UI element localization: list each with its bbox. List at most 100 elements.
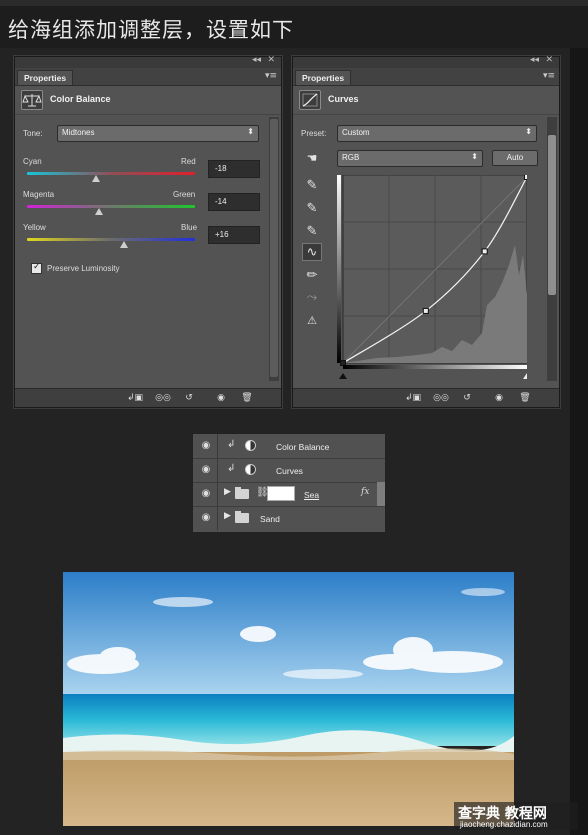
auto-button[interactable]: Auto [492, 150, 538, 166]
cyan-red-value-field[interactable]: -18 [208, 160, 260, 178]
slider-blue-label: Blue [181, 223, 198, 232]
smooth-curve-icon[interactable]: ⤳ [302, 289, 322, 307]
curve-point-3[interactable] [524, 175, 528, 180]
panel-title-row: Curves [293, 86, 559, 115]
curve-point-2[interactable] [481, 248, 488, 255]
eyedropper-white-icon[interactable]: ✎ [302, 223, 322, 241]
preserve-luminosity-checkbox[interactable]: ✓ [31, 262, 42, 274]
eyedropper-gray-icon[interactable]: ✎ [302, 200, 322, 218]
top-strip [0, 0, 588, 6]
expand-triangle-icon[interactable]: ▶ [224, 511, 231, 521]
slider-green-label: Green [173, 190, 196, 199]
preset-select[interactable]: Custom ⬍ [337, 125, 537, 142]
visibility-eye-icon[interactable]: ◉ [491, 392, 507, 404]
panel-title: Color Balance [50, 94, 111, 104]
view-previous-icon[interactable]: ◎◎ [155, 392, 171, 404]
clip-to-layer-icon[interactable]: ↲▣ [405, 392, 421, 404]
panel-topbar: ◂◂ ✕ [15, 55, 281, 68]
tone-label: Tone: [23, 129, 43, 138]
pencil-draw-icon[interactable]: ✏ [302, 267, 322, 285]
scrollbar-thumb[interactable] [548, 135, 556, 295]
cyan-red-slider[interactable] [27, 172, 195, 175]
visibility-eye-icon[interactable]: ◉ [199, 440, 213, 451]
panel-scrollbar[interactable] [269, 117, 279, 381]
curves-icon [299, 90, 321, 110]
close-icon[interactable]: ✕ [267, 55, 275, 65]
layer-row-color-balance[interactable]: ◉ ↲ Color Balance [193, 434, 385, 459]
preserve-luminosity-label: Preserve Luminosity [47, 264, 120, 273]
cyan-red-thumb[interactable] [91, 175, 100, 182]
close-icon[interactable]: ✕ [545, 55, 553, 65]
layer-row-curves[interactable]: ◉ ↲ Curves [193, 458, 385, 483]
trash-icon[interactable]: 🗑 [239, 392, 255, 404]
layer-name: Color Balance [276, 442, 330, 452]
fx-icon[interactable]: fx [361, 487, 369, 497]
panel-topbar: ◂◂ ✕ [293, 55, 559, 68]
scrollbar-thumb[interactable] [270, 119, 278, 377]
collapse-icon[interactable]: ◂◂ [252, 55, 261, 65]
layer-row-sand[interactable]: ◉ ▶ Sand [193, 506, 385, 530]
clip-arrow-icon: ↲ [227, 463, 236, 474]
divider [217, 482, 218, 506]
panel-bottombar: ↲▣ ◎◎ ↺ ◉ 🗑 [293, 388, 559, 407]
curve-point-tool-icon[interactable]: ∿ [302, 243, 322, 261]
yellow-blue-slider[interactable] [27, 238, 195, 241]
watermark-url: jiaocheng.chazidian.com [460, 820, 548, 829]
panel-scrollbar[interactable] [547, 117, 557, 381]
visibility-eye-icon[interactable]: ◉ [199, 464, 213, 475]
yellow-blue-thumb[interactable] [120, 241, 129, 248]
beach-photo [63, 572, 514, 826]
panel-title-row: Color Balance [15, 86, 281, 115]
checkmark-icon: ✓ [33, 262, 41, 272]
magenta-green-thumb[interactable] [95, 208, 104, 215]
adjustment-layer-icon [245, 440, 256, 451]
eyedropper-black-icon[interactable]: ✎ [302, 177, 322, 195]
layer-name: Sand [260, 514, 280, 524]
layer-mask-thumbnail[interactable] [267, 486, 295, 501]
magenta-green-slider[interactable] [27, 205, 195, 208]
panel-menu-icon[interactable]: ▾≡ [543, 71, 555, 81]
collapse-icon[interactable]: ◂◂ [530, 55, 539, 65]
panel-tabrow: Properties ▾≡ [293, 68, 559, 86]
yellow-blue-value-field[interactable]: +16 [208, 226, 260, 244]
expand-triangle-icon[interactable]: ▶ [224, 487, 231, 497]
targeted-adjust-hand-icon[interactable]: ☚ [302, 149, 322, 167]
view-previous-icon[interactable]: ◎◎ [433, 392, 449, 404]
curve-point-0[interactable] [340, 360, 346, 366]
panel-tabrow: Properties ▾≡ [15, 68, 281, 86]
layer-name: Sea [304, 490, 320, 500]
slider-yellow-label: Yellow [23, 223, 46, 232]
layer-row-sea[interactable]: ◉ ▶ ⛓ Sea fx [193, 482, 385, 507]
layers-scrollbar[interactable] [377, 482, 385, 506]
reset-icon[interactable]: ↺ [459, 392, 475, 404]
folder-icon [235, 511, 249, 523]
visibility-eye-icon[interactable]: ◉ [199, 512, 213, 523]
magenta-green-value: -14 [215, 197, 227, 206]
magenta-green-value-field[interactable]: -14 [208, 193, 260, 211]
chevron-updown-icon: ⬍ [525, 127, 532, 136]
channel-select[interactable]: RGB ⬍ [337, 150, 483, 167]
visibility-eye-icon[interactable]: ◉ [213, 392, 229, 404]
divider [217, 434, 218, 458]
chevron-updown-icon: ⬍ [247, 127, 254, 136]
yellow-blue-value: +16 [215, 230, 229, 239]
right-scroll-area [570, 48, 588, 835]
balance-scale-icon [21, 90, 43, 110]
layer-name: Curves [276, 466, 303, 476]
clip-to-layer-icon[interactable]: ↲▣ [127, 392, 143, 404]
slider-cyan-label: Cyan [23, 157, 42, 166]
panel-menu-icon[interactable]: ▾≡ [265, 71, 277, 81]
clipping-warning-icon[interactable]: ⚠ [302, 312, 322, 330]
tone-select-value: Midtones [62, 128, 95, 137]
reset-icon[interactable]: ↺ [181, 392, 197, 404]
clip-arrow-icon: ↲ [227, 439, 236, 450]
layers-panel: ◉ ↲ Color Balance ◉ ↲ Curves ◉ ▶ ⛓ Sea f… [192, 433, 386, 533]
curves-graph[interactable] [337, 175, 527, 380]
tab-properties[interactable]: Properties [295, 70, 352, 85]
visibility-eye-icon[interactable]: ◉ [199, 488, 213, 499]
trash-icon[interactable]: 🗑 [517, 392, 533, 404]
page-heading: 给海组添加调整层，设置如下 [8, 18, 294, 42]
tone-select[interactable]: Midtones ⬍ [57, 125, 259, 142]
tab-properties[interactable]: Properties [17, 70, 74, 85]
curve-point-1[interactable] [422, 307, 429, 314]
